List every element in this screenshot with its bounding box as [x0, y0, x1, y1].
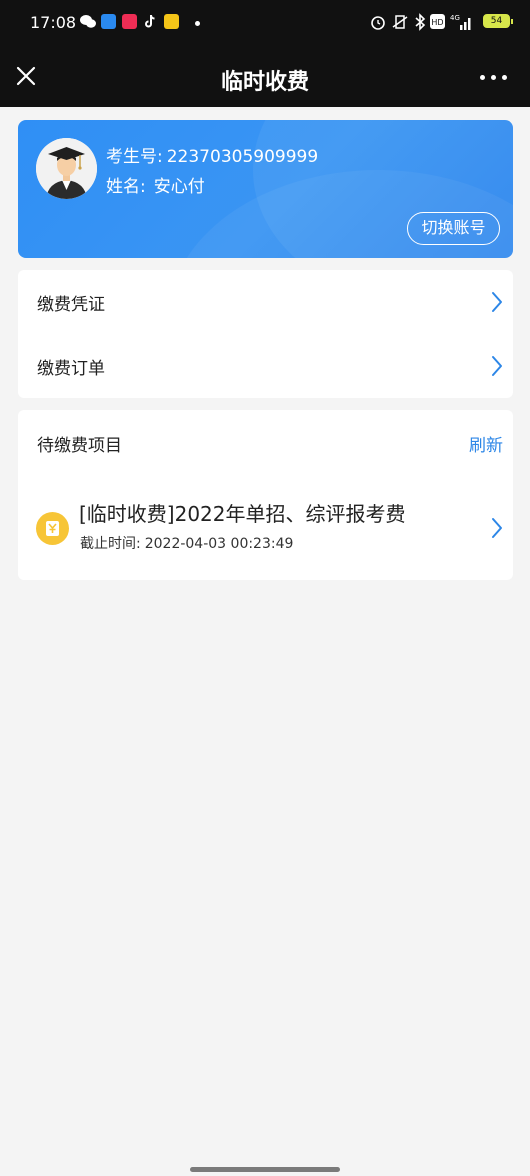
fee-icon	[36, 512, 69, 545]
hd-icon: HD	[430, 14, 445, 29]
chevron-right-icon	[492, 292, 502, 312]
deadline-value: 2022-04-03 00:23:49	[144, 536, 294, 552]
bluetooth-icon	[415, 13, 426, 31]
name-value: 安心付	[153, 177, 205, 197]
name-label: 姓名:	[106, 177, 146, 197]
chevron-right-icon	[492, 356, 502, 376]
menu-card: 缴费凭证 缴费订单	[18, 270, 513, 398]
nav-bar: 临时收费	[0, 48, 530, 107]
refresh-button[interactable]: 刷新	[469, 431, 503, 456]
switch-account-button[interactable]: 切换账号	[407, 212, 500, 245]
status-bar: 17:08 HD 4G 54	[0, 0, 530, 46]
svg-text:4G: 4G	[450, 14, 460, 22]
wechat-icon	[80, 14, 96, 29]
status-time: 17:08	[30, 13, 77, 32]
battery-indicator: 54	[483, 14, 513, 28]
chevron-right-icon	[492, 518, 502, 538]
menu-item-payment-voucher[interactable]: 缴费凭证	[18, 270, 513, 334]
app-blue-icon	[101, 14, 116, 29]
signal-icon: 4G	[450, 14, 471, 30]
status-dot	[195, 21, 200, 26]
profile-card: 考生号: 22370305909999 姓名: 安心付 切换账号	[18, 120, 513, 258]
exam-id-row: 考生号: 22370305909999	[106, 142, 318, 167]
more-icon[interactable]	[480, 68, 510, 84]
fee-item-name: [临时收费]2022年单招、综评报考费	[79, 502, 406, 526]
app-red-icon	[122, 14, 137, 29]
fee-deadline: 截止时间: 2022-04-03 00:23:49	[80, 533, 293, 553]
svg-text:HD: HD	[431, 18, 443, 27]
pending-payments-card: 待缴费项目 刷新 [临时收费]2022年单招、综评报考费 截止时间: 2022-0…	[18, 410, 513, 580]
page-title: 临时收费	[220, 70, 309, 95]
exam-id-label: 考生号:	[106, 147, 163, 167]
home-indicator[interactable]	[190, 1167, 340, 1172]
status-right-icons: HD 4G 54	[370, 12, 513, 34]
deadline-label: 截止时间:	[80, 536, 141, 552]
alarm-icon	[371, 16, 385, 30]
avatar	[36, 138, 97, 199]
meituan-icon	[164, 14, 179, 29]
fee-item[interactable]: [临时收费]2022年单招、综评报考费 截止时间: 2022-04-03 00:2…	[18, 488, 513, 568]
graduate-avatar-icon	[36, 138, 97, 199]
close-icon[interactable]	[14, 64, 38, 88]
name-row: 姓名: 安心付	[106, 172, 205, 197]
menu-item-label: 缴费凭证	[37, 295, 105, 315]
exam-id-value: 22370305909999	[166, 147, 319, 167]
section-title: 待缴费项目	[37, 436, 122, 456]
mute-vibrate-icon	[392, 15, 408, 29]
menu-item-label: 缴费订单	[37, 359, 105, 379]
menu-item-payment-orders[interactable]: 缴费订单	[18, 334, 513, 398]
tiktok-icon	[143, 14, 158, 29]
